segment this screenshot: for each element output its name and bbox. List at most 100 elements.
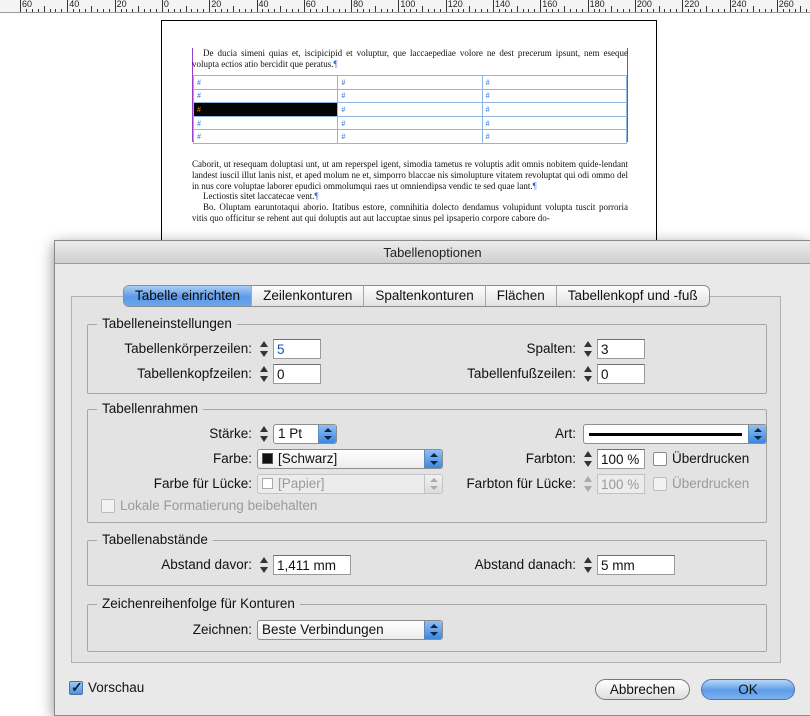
header-rows-input[interactable] [273, 364, 321, 384]
draw-label: Zeichnen: [192, 622, 252, 637]
ruler-label: 20 [116, 0, 127, 9]
space-before-input[interactable] [273, 555, 351, 575]
table-cell[interactable]: # [192, 75, 339, 90]
ruler-minor-tick [759, 9, 761, 12]
gap-color-select[interactable]: [Papier] [257, 474, 443, 494]
ruler-minor-tick [43, 6, 45, 12]
table-cell[interactable]: # [481, 115, 628, 131]
table-cell[interactable]: # [481, 75, 628, 90]
table-cell[interactable]: # [337, 75, 483, 90]
ruler-minor-tick [652, 9, 654, 12]
document-table[interactable]: # # # # # # # # # # # # # # # [192, 75, 628, 144]
ruler-minor-tick [380, 9, 382, 12]
ruler-minor-tick [753, 6, 755, 12]
color-value: [Schwarz] [278, 451, 338, 466]
body-rows-stepper[interactable] [257, 339, 270, 359]
ruler-minor-tick [191, 9, 193, 12]
draw-order-select[interactable]: Beste Verbindungen [257, 620, 443, 640]
table-border-group: Tabellenrahmen Stärke: 1 Pt Art: Farbe: … [87, 401, 767, 523]
ruler-major-tick [634, 0, 636, 12]
horizontal-ruler[interactable]: 60 40 20 0 20 40 60 80 100 120 140 160 180 200 220 240 2… [0, 0, 810, 13]
ruler-minor-tick [155, 9, 157, 12]
ruler-minor-tick [309, 9, 311, 12]
preserve-formatting-checkbox[interactable] [101, 499, 115, 513]
ruler-minor-tick [90, 6, 92, 12]
tint-input[interactable] [597, 449, 645, 469]
tab-header-footer[interactable]: Tabellenkopf und -fuß [557, 286, 709, 306]
stroke-type-dropdown-icon[interactable] [748, 425, 766, 443]
gap-tint-stepper[interactable] [581, 474, 594, 494]
space-before-label: Abstand davor: [161, 557, 252, 572]
paragraph-1: De ducia simeni quias et, iscipicipid et… [192, 48, 628, 70]
text-frame[interactable]: De ducia simeni quias et, iscipicipid et… [192, 48, 628, 70]
table-row: # # # [192, 75, 628, 90]
gap-color-dropdown-icon[interactable] [424, 475, 442, 493]
table-cell[interactable]: # [481, 129, 628, 144]
ruler-minor-tick [522, 9, 524, 12]
ruler-minor-tick [49, 9, 51, 12]
footer-rows-input[interactable] [597, 364, 645, 384]
table-cell[interactable]: # [481, 88, 628, 104]
gap-overprint-checkbox[interactable] [653, 477, 667, 491]
ruler-major-tick [493, 0, 494, 12]
ruler-minor-tick [451, 9, 453, 12]
preview-checkbox[interactable]: ✓ [69, 679, 83, 695]
draw-order-dropdown-icon[interactable] [424, 621, 442, 639]
draw-order-value: Beste Verbindungen [262, 622, 384, 637]
ruler-minor-tick [794, 9, 796, 12]
ok-button[interactable]: OK [701, 679, 795, 700]
ruler-minor-tick [215, 9, 217, 12]
tab-column-strokes[interactable]: Spaltenkonturen [364, 286, 486, 306]
tab-table-setup[interactable]: Tabelle einrichten [124, 286, 253, 306]
table-cell[interactable]: # [337, 115, 483, 131]
ruler-minor-tick [339, 9, 341, 12]
table-cell[interactable]: # [337, 129, 483, 144]
cancel-button[interactable]: Abbrechen [595, 679, 690, 700]
body-text-frame[interactable]: Caborit, ut resequam doluptasi unt, ut a… [192, 159, 628, 224]
tint-stepper[interactable] [581, 449, 594, 469]
ruler-minor-tick [599, 9, 601, 12]
table-cell[interactable]: # [337, 88, 483, 104]
table-cell[interactable]: # [192, 129, 339, 144]
ruler-minor-tick [410, 9, 412, 12]
ruler-minor-tick [126, 9, 128, 12]
ruler-minor-tick [144, 9, 146, 12]
weight-select[interactable]: 1 Pt [273, 424, 337, 444]
ruler-minor-tick [534, 9, 536, 12]
tab-fills[interactable]: Flächen [486, 286, 557, 306]
weight-stepper[interactable] [257, 424, 270, 444]
table-cell[interactable]: # [481, 102, 628, 117]
ruler-minor-tick [617, 9, 619, 12]
space-after-stepper[interactable] [581, 555, 594, 575]
ruler-minor-tick [552, 9, 554, 12]
stroke-type-select[interactable] [583, 424, 767, 444]
table-cell[interactable]: # [192, 88, 339, 104]
gap-overprint-label: Überdrucken [672, 476, 750, 491]
ruler-minor-tick [327, 6, 329, 12]
ruler-major-tick [114, 0, 116, 12]
columns-input[interactable] [597, 339, 645, 359]
ruler-major-tick [776, 0, 778, 12]
color-dropdown-icon[interactable] [424, 450, 442, 468]
gap-tint-input[interactable] [597, 474, 645, 494]
header-rows-stepper[interactable] [257, 364, 270, 384]
ruler-minor-tick [623, 9, 625, 12]
overprint-checkbox[interactable] [653, 452, 667, 466]
space-before-stepper[interactable] [257, 555, 270, 575]
footer-rows-stepper[interactable] [581, 364, 594, 384]
ruler-minor-tick [676, 9, 678, 12]
space-after-input[interactable] [597, 555, 675, 575]
table-cell[interactable]: # [337, 102, 483, 117]
tab-row-strokes[interactable]: Zeilenkonturen [252, 286, 365, 306]
table-cell-selected[interactable]: # [192, 102, 339, 117]
ruler-minor-tick [705, 6, 707, 12]
columns-stepper[interactable] [581, 339, 594, 359]
body-rows-input[interactable] [273, 339, 321, 359]
table-cell[interactable]: # [192, 115, 339, 131]
ruler-minor-tick [487, 9, 489, 12]
color-select[interactable]: [Schwarz] [257, 449, 443, 469]
weight-dropdown-icon[interactable] [318, 425, 336, 443]
table-row: # # # [192, 129, 628, 144]
dialog-title[interactable]: Tabellenoptionen [55, 241, 810, 264]
group-title-table-spacing: Tabellenabstände [97, 532, 213, 548]
